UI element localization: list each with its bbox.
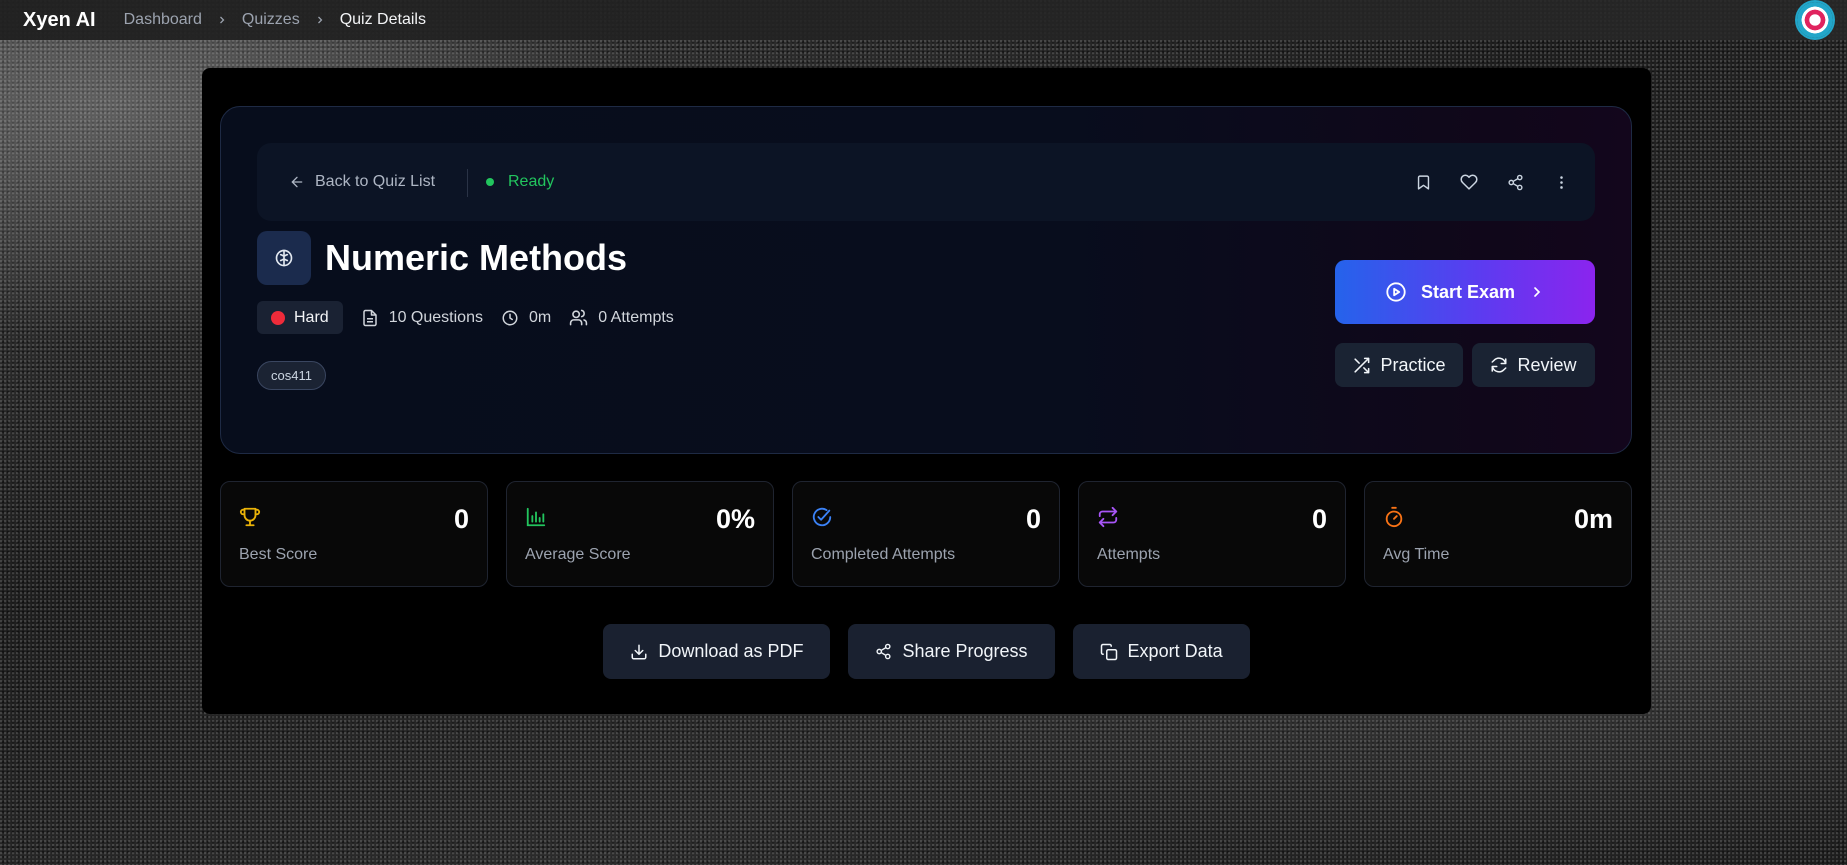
- arrow-left-icon: [291, 176, 303, 188]
- stat-label: Best Score: [239, 546, 318, 563]
- stat-label: Average Score: [525, 546, 631, 563]
- copy-icon: [1100, 643, 1117, 660]
- chevron-right-icon: [1529, 284, 1545, 300]
- quiz-tag[interactable]: cos411: [257, 361, 326, 390]
- practice-button[interactable]: Practice: [1335, 343, 1463, 387]
- difficulty-dot-icon: [271, 310, 285, 325]
- stat-value: 0: [1311, 504, 1327, 534]
- duration: 0m: [501, 309, 551, 327]
- quiz-header-bar: Back to Quiz List Ready: [257, 143, 1595, 221]
- brand-logo-text[interactable]: Xyen AI: [23, 9, 96, 32]
- avatar[interactable]: [1797, 2, 1833, 38]
- users-icon: [569, 309, 588, 326]
- bookmark-icon[interactable]: [1413, 172, 1433, 192]
- quiz-hero-card: Back to Quiz List Ready Numeric Methods …: [220, 106, 1632, 454]
- start-exam-label: Start Exam: [1420, 281, 1516, 302]
- back-link-label: Back to Quiz List: [315, 173, 436, 190]
- top-navigation-bar: Xyen AI Dashboard Quizzes Quiz Details: [0, 0, 1847, 40]
- stats-row: 0 Best Score 0% Average Score 0 Complete…: [220, 481, 1632, 587]
- page-title: Numeric Methods: [325, 237, 628, 278]
- quiz-meta-row: Hard 10 Questions 0m 0 Attempts: [257, 301, 692, 334]
- status-badge: Ready: [486, 143, 554, 221]
- review-button[interactable]: Review: [1472, 343, 1595, 387]
- share-icon[interactable]: [1505, 172, 1525, 192]
- bar-chart-icon: [525, 506, 547, 528]
- repeat-icon: [1097, 506, 1119, 528]
- questions-count: 10 Questions: [361, 309, 483, 327]
- stat-card-avg-time: 0m Avg Time: [1364, 481, 1632, 587]
- attempts-count: 0 Attempts: [569, 308, 674, 327]
- review-label: Review: [1517, 354, 1577, 375]
- chevron-right-icon: [314, 14, 326, 26]
- stat-card-average-score: 0% Average Score: [506, 481, 774, 587]
- export-data-label: Export Data: [1127, 641, 1223, 661]
- stat-value: 0: [453, 504, 469, 534]
- quiz-title-row: Numeric Methods: [257, 231, 627, 285]
- share-icon: [876, 643, 892, 660]
- stat-label: Attempts: [1097, 546, 1161, 563]
- timer-icon: [1383, 506, 1405, 528]
- shuffle-icon: [1354, 357, 1370, 373]
- refresh-icon: [1491, 357, 1507, 373]
- quiz-details-panel: Back to Quiz List Ready Numeric Methods …: [202, 68, 1651, 714]
- stat-value: 0m: [1573, 504, 1613, 534]
- download-pdf-button[interactable]: Download as PDF: [603, 624, 831, 679]
- clock-icon: [502, 310, 518, 325]
- more-vertical-icon[interactable]: [1551, 172, 1571, 192]
- practice-label: Practice: [1380, 354, 1446, 375]
- bottom-actions: Download as PDF Share Progress Export Da…: [202, 624, 1651, 679]
- export-data-button[interactable]: Export Data: [1072, 624, 1250, 679]
- breadcrumb: Dashboard Quizzes Quiz Details: [124, 11, 426, 29]
- brain-icon: [257, 231, 311, 285]
- share-progress-label: Share Progress: [902, 641, 1028, 661]
- breadcrumb-quiz-details: Quiz Details: [339, 11, 426, 28]
- difficulty-badge: Hard: [257, 301, 343, 334]
- play-circle-icon: [1385, 281, 1407, 303]
- divider: [467, 169, 468, 197]
- stat-value: 0: [1025, 504, 1041, 534]
- back-to-quiz-list-link[interactable]: Back to Quiz List: [289, 143, 435, 221]
- download-pdf-label: Download as PDF: [658, 641, 804, 661]
- file-text-icon: [362, 309, 377, 326]
- heart-icon[interactable]: [1459, 172, 1479, 192]
- trophy-icon: [239, 506, 261, 528]
- stat-label: Avg Time: [1383, 546, 1450, 563]
- header-actions: [1413, 143, 1571, 221]
- stat-card-attempts: 0 Attempts: [1078, 481, 1346, 587]
- breadcrumb-dashboard[interactable]: Dashboard: [124, 11, 202, 29]
- chevron-right-icon: [216, 14, 228, 26]
- stat-card-completed-attempts: 0 Completed Attempts: [792, 481, 1060, 587]
- stat-label: Completed Attempts: [811, 546, 956, 563]
- download-icon: [631, 644, 647, 659]
- start-exam-button[interactable]: Start Exam: [1335, 260, 1595, 324]
- status-label: Ready: [508, 173, 555, 190]
- stat-card-best-score: 0 Best Score: [220, 481, 488, 587]
- breadcrumb-quizzes[interactable]: Quizzes: [242, 11, 300, 29]
- stat-value: 0%: [715, 504, 755, 534]
- difficulty-label: Hard: [294, 308, 329, 326]
- share-progress-button[interactable]: Share Progress: [848, 624, 1055, 679]
- check-circle-icon: [811, 506, 833, 528]
- status-dot-icon: [486, 178, 494, 186]
